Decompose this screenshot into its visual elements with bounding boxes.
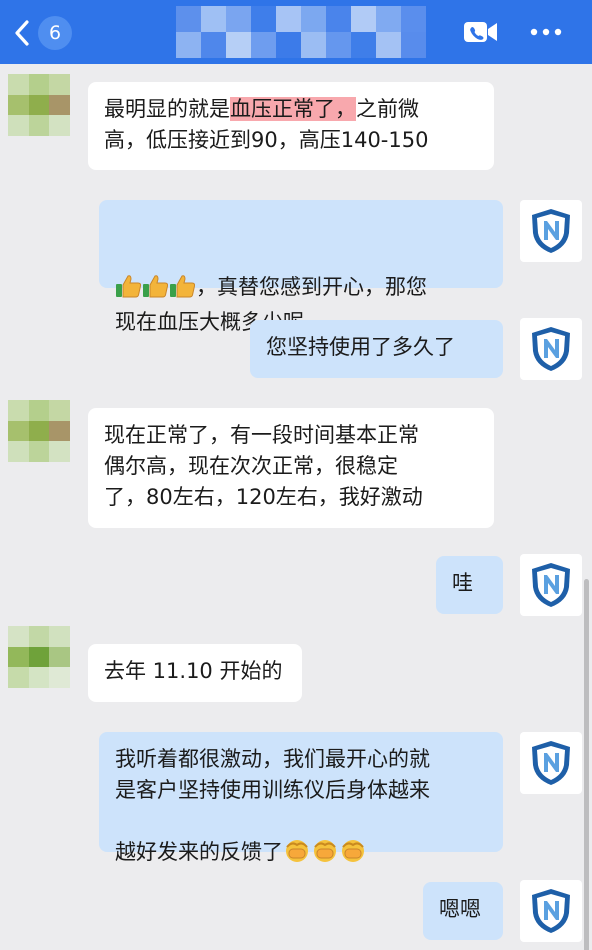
message-bubble-incoming[interactable]: 最明显的就是血压正常了，之前微 高，低压接近到90，高压140-150 [88,82,494,170]
shield-icon [532,563,570,607]
shield-icon [532,209,570,253]
message-row: 最明显的就是血压正常了，之前微 高，低压接近到90，高压140-150 [0,72,592,170]
redacted-title-mosaic [176,6,426,58]
highlighted-text: 血压正常了， [230,97,356,121]
my-avatar[interactable] [520,880,582,942]
back-button[interactable]: 6 [10,14,82,52]
message-bubble-outgoing[interactable]: 嗯嗯 [423,882,503,940]
message-bubble-outgoing[interactable]: ，真替您感到开心，那您 现在血压大概多少呢 [99,200,503,334]
message-bubble-incoming[interactable]: 去年 11.10 开始的 [88,644,302,702]
more-dots-icon [530,28,562,36]
unread-count-badge: 6 [38,16,72,50]
message-row: 去年 11.10 开始的 [0,624,592,704]
video-camera-icon [464,22,497,42]
my-avatar[interactable] [520,318,582,380]
message-row: 嗯嗯 [0,880,592,942]
message-text: 您坚持使用了多久了 [266,335,455,359]
fist-bump-icon [311,806,339,872]
message-bubble-outgoing[interactable]: 我听着都很激动，我们最开心的就 是客户坚持使用训练仪后身体越来 越好发来的反馈了 [99,732,503,864]
message-text: 现在正常了，有一段时间基本正常 偶尔高，现在次次正常，很稳定 了，80左右，12… [104,423,423,509]
message-bubble-outgoing[interactable]: 哇 [436,556,503,614]
shield-icon [532,327,570,371]
thumbs-up-icon [115,243,142,307]
my-avatar[interactable] [520,200,582,262]
chat-header: 6 [0,0,592,64]
message-row: 现在正常了，有一段时间基本正常 偶尔高，现在次次正常，很稳定 了，80左右，12… [0,398,592,528]
message-text: 我听着都很激动，我们最开心的就 是客户坚持使用训练仪后身体越来 越好发来的反馈了 [115,747,430,864]
thumbs-up-icon [169,243,196,307]
message-row: 您坚持使用了多久了 [0,318,592,380]
message-text: 哇 [452,571,473,595]
my-avatar[interactable] [520,732,582,794]
scrollbar[interactable] [584,579,589,950]
chevron-left-icon [15,20,29,46]
contact-avatar[interactable] [8,400,70,462]
contact-avatar[interactable] [8,626,70,688]
fist-bump-icon [283,806,311,872]
more-options-button[interactable] [528,19,564,45]
message-text: 去年 11.10 开始的 [104,659,283,683]
fist-bump-icon [339,806,367,872]
message-text: 嗯嗯 [439,897,481,921]
message-row: ，真替您感到开心，那您 现在血压大概多少呢 [0,200,592,334]
message-text: 最明显的就是 [104,97,230,121]
video-call-button[interactable] [463,19,499,45]
my-avatar[interactable] [520,554,582,616]
message-bubble-outgoing[interactable]: 您坚持使用了多久了 [250,320,503,378]
message-row: 我听着都很激动，我们最开心的就 是客户坚持使用训练仪后身体越来 越好发来的反馈了 [0,732,592,864]
thumbs-up-icon [142,243,169,307]
contact-avatar[interactable] [8,74,70,136]
shield-icon [532,889,570,933]
message-list[interactable]: 最明显的就是血压正常了，之前微 高，低压接近到90，高压140-150 ，真替您… [0,64,592,950]
message-bubble-incoming[interactable]: 现在正常了，有一段时间基本正常 偶尔高，现在次次正常，很稳定 了，80左右，12… [88,408,494,528]
message-row: 哇 [0,554,592,616]
chat-title [176,6,426,58]
shield-icon [532,741,570,785]
